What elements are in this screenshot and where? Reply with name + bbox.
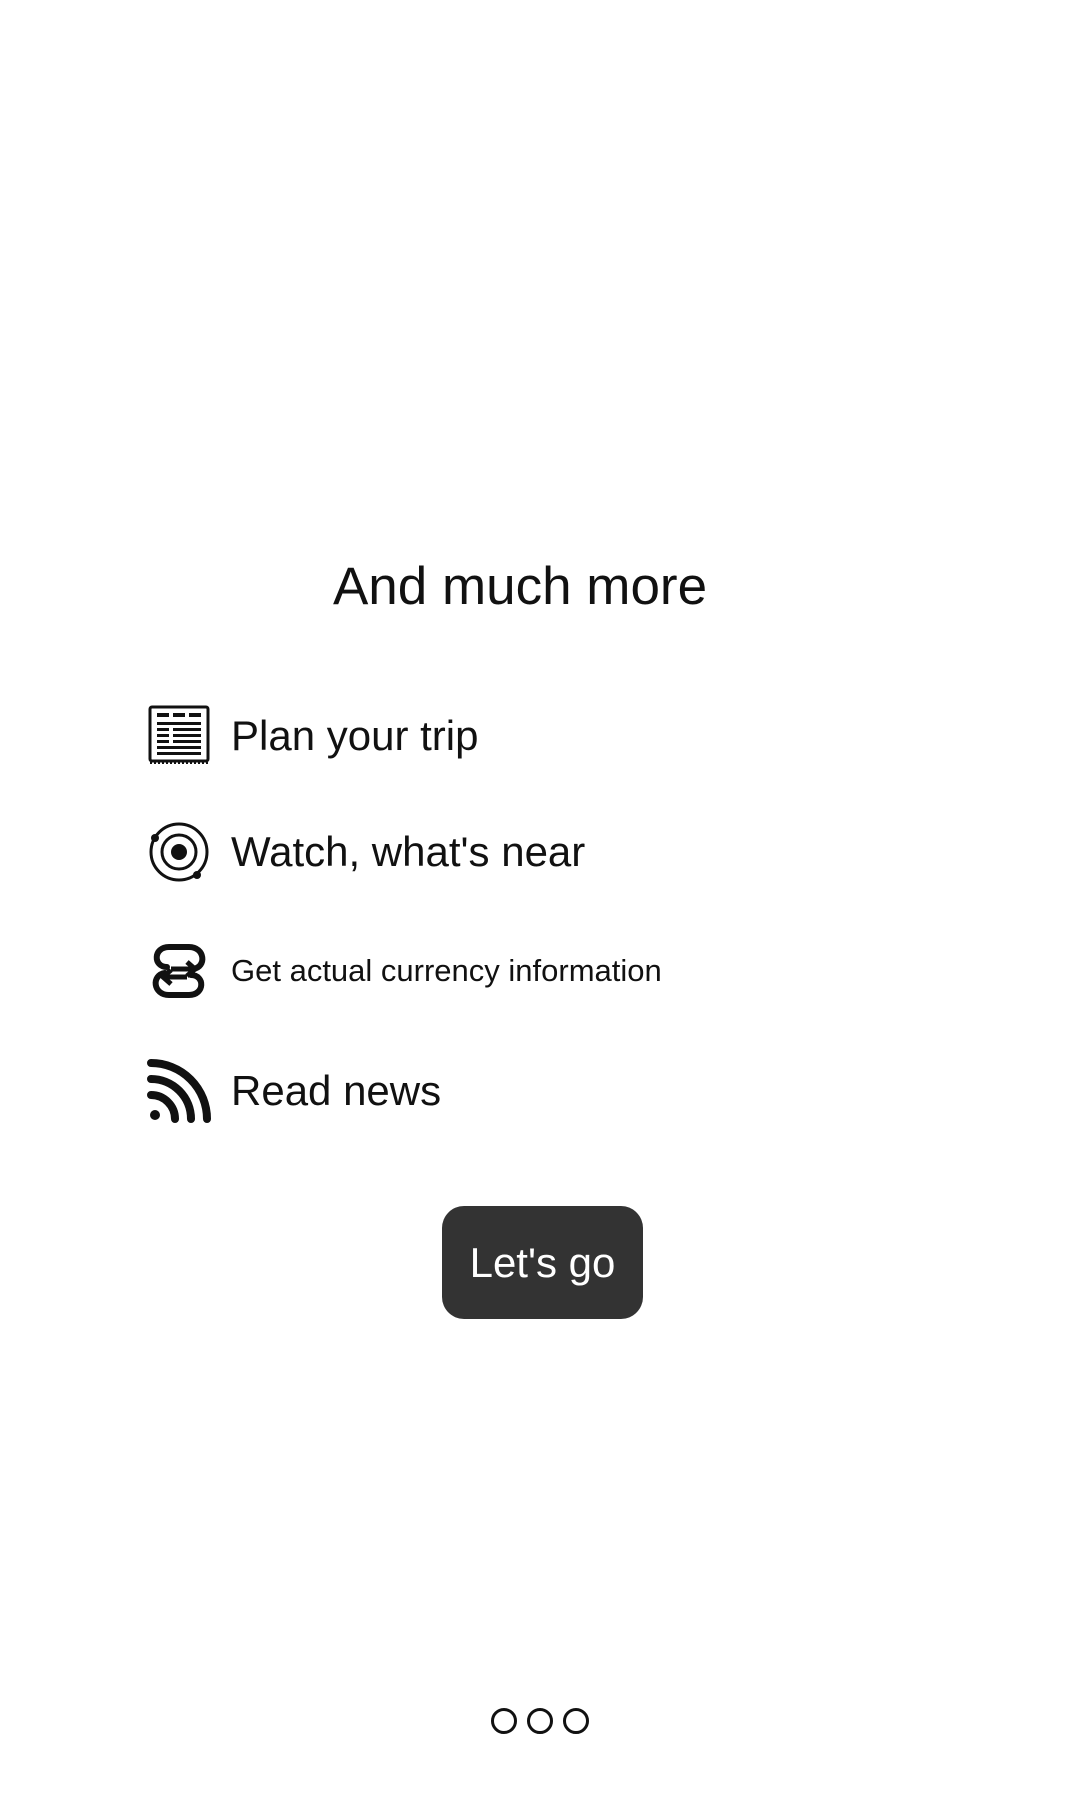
feature-read-news: Read news bbox=[147, 1058, 441, 1124]
feature-label: Get actual currency information bbox=[231, 953, 662, 988]
feature-whats-near: Watch, what's near bbox=[147, 819, 585, 885]
page-indicator bbox=[0, 1708, 1080, 1734]
feature-label: Watch, what's near bbox=[231, 828, 586, 875]
lets-go-button[interactable]: Let's go bbox=[442, 1206, 643, 1319]
currency-exchange-icon bbox=[147, 939, 211, 1003]
rss-feed-icon bbox=[147, 1059, 211, 1123]
page-dot-3[interactable] bbox=[563, 1708, 589, 1734]
feature-label: Plan your trip bbox=[231, 712, 479, 759]
page-title: And much more bbox=[332, 557, 708, 616]
feature-currency: Get actual currency information bbox=[147, 938, 662, 1004]
page-dot-2[interactable] bbox=[527, 1708, 553, 1734]
news-list-icon bbox=[147, 704, 211, 768]
feature-plan-trip: Plan your trip bbox=[147, 703, 478, 769]
page-dot-1[interactable] bbox=[491, 1708, 517, 1734]
orbit-target-icon bbox=[147, 820, 211, 884]
feature-label: Read news bbox=[231, 1067, 442, 1114]
